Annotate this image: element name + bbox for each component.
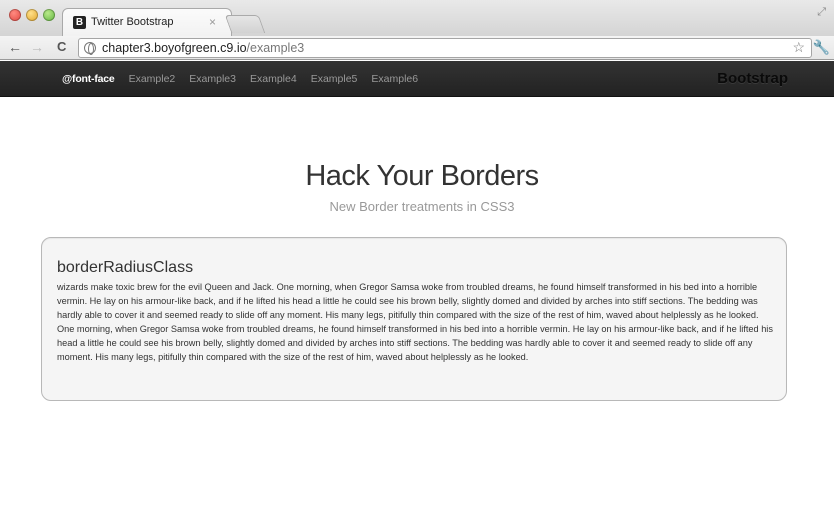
new-tab-button[interactable] [224,15,266,33]
nav-link-example6[interactable]: Example6 [371,73,418,85]
forward-arrow-icon[interactable]: → [30,39,44,55]
browser-tab[interactable]: B Twitter Bootstrap × [62,8,232,36]
fullscreen-icon[interactable]: ⤢ [817,6,826,19]
url-path: /example3 [246,41,305,55]
card-body-text: wizards make toxic brew for the evil Que… [57,282,773,362]
page-subtitle: New Border treatments in CSS3 [329,199,515,214]
back-arrow-icon[interactable]: ← [8,39,22,55]
wrench-icon[interactable]: 🔧 [813,39,830,56]
minimize-window-button[interactable] [26,9,38,21]
nav-link-example5[interactable]: Example5 [311,73,358,85]
bootstrap-favicon-icon: B [73,16,86,29]
close-window-button[interactable] [9,9,21,21]
tab-close-icon[interactable]: × [209,15,216,29]
page-title: Hack Your Borders [305,160,539,192]
site-navbar: @font-face Example2 Example3 Example4 Ex… [0,61,834,97]
nav-link-font-face[interactable]: @font-face [62,73,115,85]
browser-toolbar: ← → C chapter3.boyofgreen.c9.io/example3… [0,36,834,60]
card-title: borderRadiusClass [57,259,194,276]
url-text[interactable]: chapter3.boyofgreen.c9.io/example3 [102,41,304,55]
reload-icon[interactable]: C [57,39,66,55]
nav-link-example4[interactable]: Example4 [250,73,297,85]
globe-icon [84,42,96,55]
nav-links: @font-face Example2 Example3 Example4 Ex… [62,61,432,97]
nav-link-example2[interactable]: Example2 [129,73,176,85]
url-host: chapter3.boyofgreen.c9.io [102,41,247,55]
border-radius-card: borderRadiusClass wizards make toxic bre… [41,237,787,401]
brand-link[interactable]: Bootstrap [717,70,788,87]
zoom-window-button[interactable] [43,9,55,21]
nav-link-example3[interactable]: Example3 [189,73,236,85]
star-icon[interactable]: ☆ [792,39,805,56]
address-bar[interactable]: chapter3.boyofgreen.c9.io/example3 ☆ [78,38,812,58]
tab-title: Twitter Bootstrap [91,16,174,28]
browser-titlebar: B Twitter Bootstrap × ⤢ [0,0,834,36]
